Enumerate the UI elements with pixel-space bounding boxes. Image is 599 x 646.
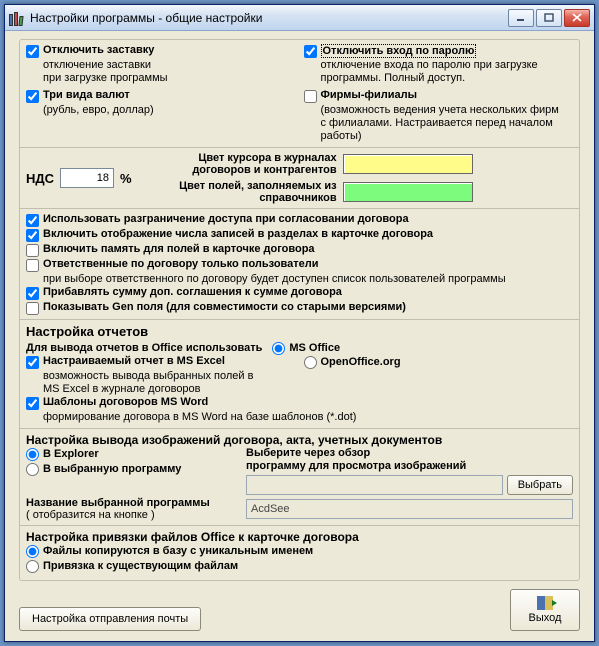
titlebar[interactable]: Настройки программы - общие настройки (5, 5, 594, 31)
chosen-program-radio[interactable] (26, 463, 39, 476)
maximize-button[interactable] (536, 9, 562, 27)
explorer-radio[interactable] (26, 448, 39, 461)
excel-custom-report-option[interactable]: Настраиваемый отчет в MS Excel (26, 355, 296, 369)
nds-input[interactable] (60, 168, 114, 188)
add-supplement-sum-option[interactable]: Прибавлять сумму доп. соглашения к сумме… (26, 286, 573, 300)
office-output-label: Для вывода отчетов в Office использовать (26, 342, 262, 354)
close-button[interactable] (564, 9, 590, 27)
binding-copy-radio[interactable] (26, 545, 39, 558)
reports-title: Настройка отчетов (26, 324, 573, 339)
msoffice-radio[interactable] (272, 342, 285, 355)
disable-password-login-checkbox[interactable] (304, 45, 317, 58)
responsible-users-only-sub: при выборе ответственного по договору бу… (43, 273, 573, 286)
binding-copy-option[interactable]: Файлы копируются в базу с уникальным име… (26, 544, 573, 558)
three-currencies-option[interactable]: Три вида валют (26, 89, 296, 103)
exit-icon (537, 596, 553, 610)
window-title: Настройки программы - общие настройки (30, 11, 508, 25)
explorer-option[interactable]: В Explorer (26, 447, 246, 461)
mail-settings-button[interactable]: Настройка отправления почты (19, 607, 201, 631)
openoffice-radio[interactable] (304, 356, 317, 369)
openoffice-option[interactable]: OpenOffice.org (304, 355, 574, 369)
branches-checkbox[interactable] (304, 90, 317, 103)
branches-sub: (возможность ведения учета нескольких фи… (321, 104, 574, 143)
cursor-color-swatch[interactable] (343, 154, 473, 174)
exit-button[interactable]: Выход (510, 589, 580, 631)
responsible-users-only-checkbox[interactable] (26, 259, 39, 272)
access-separation-checkbox[interactable] (26, 214, 39, 227)
chosen-program-option[interactable]: В выбранную программу (26, 462, 246, 476)
program-name-label: Название выбранной программы (26, 497, 210, 509)
binding-title: Настройка привязки файлов Office к карто… (26, 530, 573, 544)
browse-hint: Выберите через обзор программу для просм… (246, 447, 573, 473)
field-memory-option[interactable]: Включить память для полей в карточке дог… (26, 243, 573, 257)
disable-splash-checkbox[interactable] (26, 45, 39, 58)
minimize-button[interactable] (508, 9, 534, 27)
main-group: Отключить заставку отключение заставки п… (19, 39, 580, 581)
disable-password-login-option[interactable]: Отключить вход по паролю (304, 44, 574, 58)
app-icon (9, 10, 25, 26)
excel-custom-report-sub: возможность вывода выбранных полей в MS … (43, 370, 296, 396)
fields-color-label: Цвет полей, заполняемых из справочников (152, 180, 337, 204)
msoffice-option[interactable]: MS Office (272, 341, 340, 355)
disable-splash-option[interactable]: Отключить заставку (26, 44, 296, 58)
image-output-title: Настройка вывода изображений договора, а… (26, 433, 573, 447)
viewer-path-input (246, 475, 503, 495)
field-memory-checkbox[interactable] (26, 244, 39, 257)
settings-window: Настройки программы - общие настройки От… (4, 4, 595, 642)
show-record-count-option[interactable]: Включить отображение числа записей в раз… (26, 228, 573, 242)
browse-button[interactable]: Выбрать (507, 475, 573, 495)
show-gen-fields-option[interactable]: Показывать Gen поля (для совместимости с… (26, 301, 573, 315)
program-name-input (246, 499, 573, 519)
three-currencies-sub: (рубль, евро, доллар) (43, 104, 296, 117)
nds-percent: % (120, 171, 132, 186)
word-templates-sub: формирование договора в MS Word на базе … (43, 411, 573, 424)
show-gen-fields-checkbox[interactable] (26, 302, 39, 315)
nds-row: НДС % (26, 168, 132, 188)
add-supplement-sum-checkbox[interactable] (26, 287, 39, 300)
word-templates-option[interactable]: Шаблоны договоров MS Word (26, 396, 573, 410)
binding-link-radio[interactable] (26, 560, 39, 573)
binding-link-option[interactable]: Привязка к существующим файлам (26, 559, 573, 573)
branches-option[interactable]: Фирмы-филиалы (304, 89, 574, 103)
nds-label: НДС (26, 171, 54, 186)
three-currencies-checkbox[interactable] (26, 90, 39, 103)
disable-splash-sub: отключение заставки при загрузке програм… (43, 59, 296, 85)
show-record-count-checkbox[interactable] (26, 229, 39, 242)
access-separation-option[interactable]: Использовать разграничение доступа при с… (26, 213, 573, 227)
disable-password-login-sub: отключение входа по паролю при загрузке … (321, 59, 574, 85)
word-templates-checkbox[interactable] (26, 397, 39, 410)
excel-custom-report-checkbox[interactable] (26, 356, 39, 369)
fields-color-swatch[interactable] (343, 182, 473, 202)
exit-label: Выход (529, 612, 562, 624)
program-name-sub: ( отобразится на кнопке ) (26, 509, 155, 521)
responsible-users-only-option[interactable]: Ответственные по договору только пользов… (26, 258, 573, 272)
cursor-color-label: Цвет курсора в журналах договоров и конт… (152, 152, 337, 176)
